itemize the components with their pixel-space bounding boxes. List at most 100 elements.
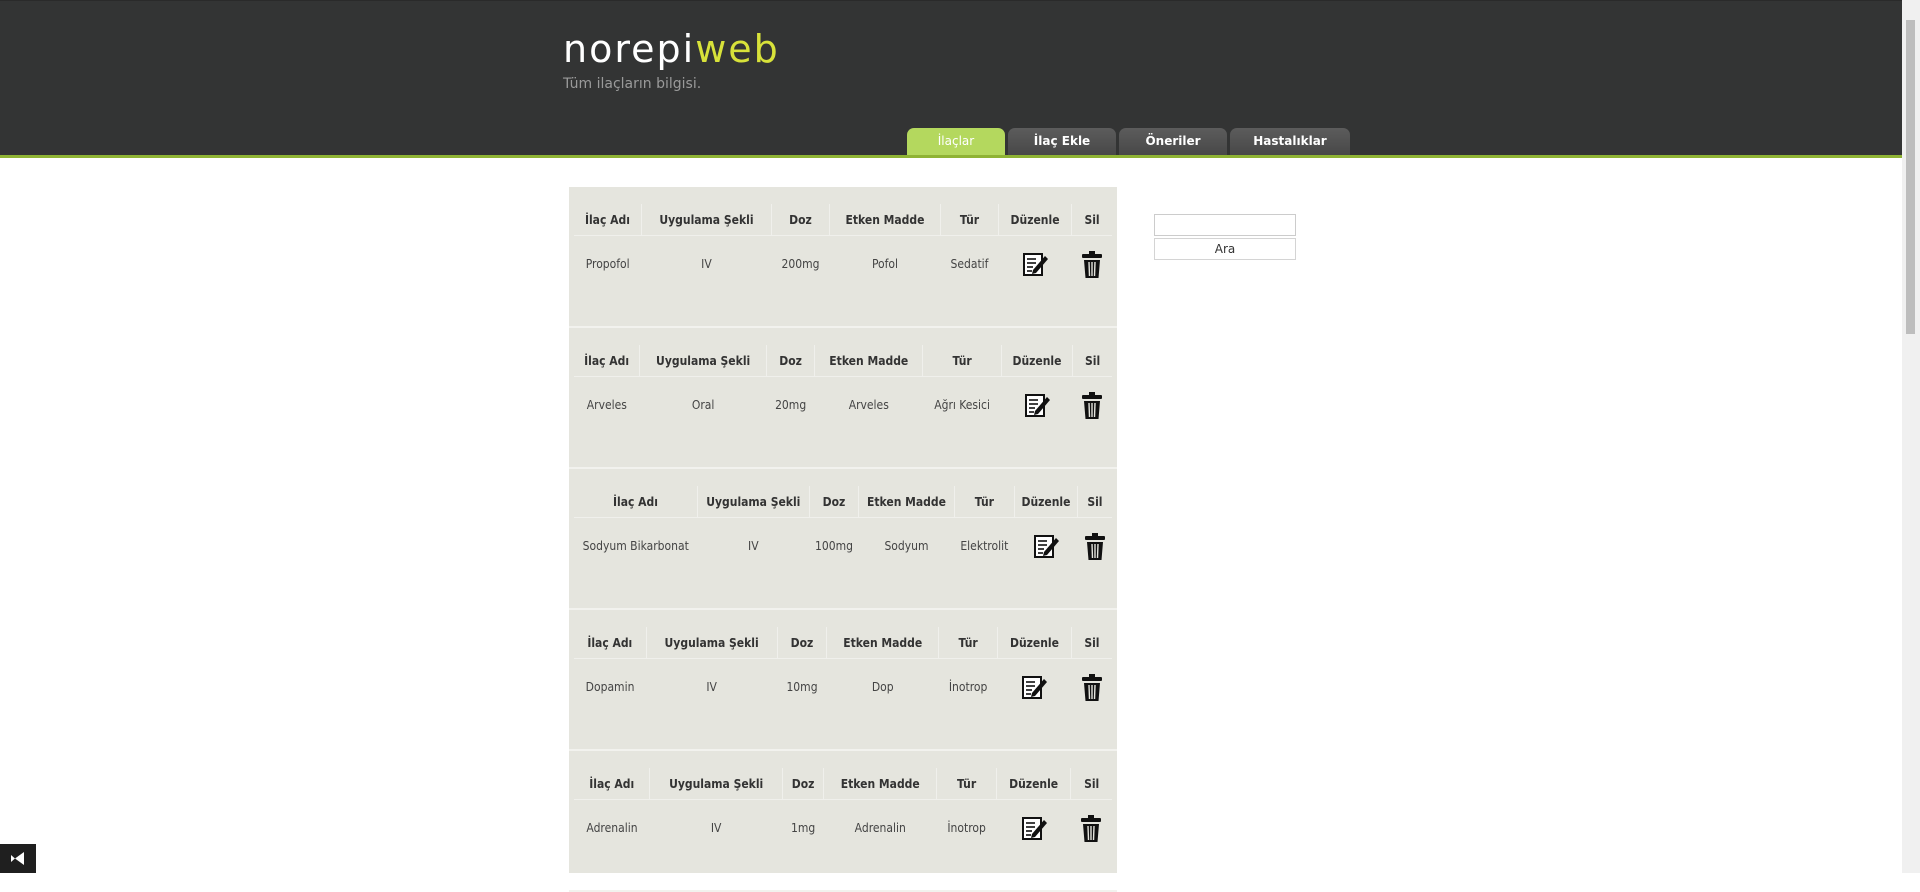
drug-ingredient: Sodyum xyxy=(884,539,929,553)
visual-studio-icon[interactable] xyxy=(0,844,36,873)
drug-type: İnotrop xyxy=(948,680,988,694)
drug-name: Arveles xyxy=(586,398,627,412)
table-row: Sodyum Bikarbonat IV 100mg Sodyum Elektrolit xyxy=(574,518,1112,575)
delete-button[interactable] xyxy=(1071,659,1112,716)
header-uygulama-sekli: Uygulama Şekli xyxy=(649,768,783,800)
edit-button[interactable] xyxy=(1015,518,1078,575)
drug-ingredient: Adrenalin xyxy=(854,821,906,835)
table-row: Propofol IV 200mg Pofol Sedatif xyxy=(574,236,1112,293)
drug-card: İlaç Adı Uygulama Şekli Doz Etken Madde Tür D… xyxy=(569,610,1117,751)
drug-name: Adrenalin xyxy=(586,821,638,835)
drug-route: Oral xyxy=(691,398,715,412)
trash-icon xyxy=(1075,814,1108,843)
drug-ingredient: Pofol xyxy=(871,257,899,271)
header-ilac-adi: İlaç Adı xyxy=(574,204,642,236)
delete-button[interactable] xyxy=(1073,377,1112,434)
edit-note-icon xyxy=(1005,391,1068,419)
header-doz: Doz xyxy=(782,768,825,800)
trash-icon xyxy=(1075,673,1108,702)
header-sil: Sil xyxy=(1072,345,1112,377)
delete-button[interactable] xyxy=(1072,236,1112,293)
site-header: norepiweb Tüm ilaçların bilgisi. İlaçlar… xyxy=(0,0,1902,156)
edit-button[interactable] xyxy=(996,800,1070,857)
drug-route: IV xyxy=(706,680,717,694)
drug-dose: 100mg xyxy=(815,539,853,553)
header-uygulama-sekli: Uygulama Şekli xyxy=(639,345,768,377)
edit-note-icon xyxy=(1002,673,1068,701)
drug-ingredient: Arveles xyxy=(848,398,889,412)
drug-dose: 200mg xyxy=(781,257,820,271)
header-uygulama-sekli: Uygulama Şekli xyxy=(641,204,773,236)
header-sil: Sil xyxy=(1071,204,1112,236)
site-slogan: Tüm ilaçların bilgisi. xyxy=(563,76,702,92)
drug-route: IV xyxy=(748,539,759,553)
drug-dose: 1mg xyxy=(790,821,816,835)
header-uygulama-sekli: Uygulama Şekli xyxy=(697,486,810,518)
header-duzenle: Düzenle xyxy=(997,627,1072,659)
header-ilac-adi: İlaç Adı xyxy=(574,345,641,377)
header-ilac-adi: İlaç Adı xyxy=(574,627,647,659)
drug-card: İlaç Adı Uygulama Şekli Doz Etken Madde Tür D… xyxy=(569,469,1117,610)
header-sil: Sil xyxy=(1071,627,1112,659)
drug-card: İlaç Adı Uygulama Şekli Doz Etken Madde Tür D… xyxy=(569,187,1117,328)
header-ilac-adi: İlaç Adı xyxy=(574,768,651,800)
delete-button[interactable] xyxy=(1071,800,1112,857)
table-header-row: İlaç Adı Uygulama Şekli Doz Etken Madde Tür D… xyxy=(574,627,1112,659)
drug-type: İnotrop xyxy=(947,821,986,835)
header-ilac-adi: İlaç Adı xyxy=(574,486,698,518)
edit-note-icon xyxy=(1000,814,1066,842)
drug-type: Sedatif xyxy=(950,257,989,271)
drug-type: Ağrı Kesici xyxy=(934,398,990,412)
tab-oneriler[interactable]: Öneriler xyxy=(1119,128,1227,156)
site-logo[interactable]: norepiweb xyxy=(563,27,780,71)
header-tur: Tür xyxy=(940,204,999,236)
drug-card: İlaç Adı Uygulama Şekli Doz Etken Madde Tür D… xyxy=(569,328,1117,469)
scrollbar[interactable] xyxy=(1902,0,1920,873)
drug-name: Propofol xyxy=(585,257,630,271)
search-button[interactable]: Ara xyxy=(1154,238,1296,260)
tab-ilaclar[interactable]: İlaçlar xyxy=(907,128,1005,156)
main-nav: İlaçlar İlaç Ekle Öneriler Hastalıklar xyxy=(907,128,1353,157)
table-header-row: İlaç Adı Uygulama Şekli Doz Etken Madde Tür D… xyxy=(574,345,1112,377)
table-row: Dopamin IV 10mg Dop İnotrop xyxy=(574,659,1112,716)
trash-icon xyxy=(1081,532,1108,561)
table-row: Arveles Oral 20mg Arveles Ağrı Kesici xyxy=(574,377,1112,434)
scrollbar-thumb[interactable] xyxy=(1906,20,1915,334)
trash-icon xyxy=(1077,391,1108,420)
drug-table: İlaç Adı Uygulama Şekli Doz Etken Madde Tür D… xyxy=(574,204,1112,292)
drug-table: İlaç Adı Uygulama Şekli Doz Etken Madde Tür D… xyxy=(574,627,1112,715)
drug-list: İlaç Adı Uygulama Şekli Doz Etken Madde Tür D… xyxy=(569,187,1117,892)
header-doz: Doz xyxy=(771,204,830,236)
delete-button[interactable] xyxy=(1077,518,1112,575)
header-duzenle: Düzenle xyxy=(1001,345,1074,377)
tab-hastaliklar[interactable]: Hastalıklar xyxy=(1230,128,1350,156)
table-header-row: İlaç Adı Uygulama Şekli Doz Etken Madde Tür D… xyxy=(574,486,1112,518)
drug-ingredient: Dop xyxy=(871,680,894,694)
edit-button[interactable] xyxy=(998,659,1072,716)
search-input[interactable] xyxy=(1154,214,1296,236)
tab-ilac-ekle[interactable]: İlaç Ekle xyxy=(1008,128,1116,156)
edit-note-icon xyxy=(1002,250,1067,278)
table-header-row: İlaç Adı Uygulama Şekli Doz Etken Madde Tür D… xyxy=(574,204,1112,236)
drug-name: Dopamin xyxy=(585,680,635,694)
edit-button[interactable] xyxy=(1001,377,1072,434)
edit-button[interactable] xyxy=(998,236,1071,293)
drug-dose: 10mg xyxy=(786,680,818,694)
header-etken-madde: Etken Madde xyxy=(814,345,924,377)
header-tur: Tür xyxy=(922,345,1002,377)
drug-route: IV xyxy=(701,257,712,271)
header-etken-madde: Etken Madde xyxy=(858,486,955,518)
header-etken-madde: Etken Madde xyxy=(826,627,940,659)
logo-part-1: norepi xyxy=(563,27,696,71)
drug-table: İlaç Adı Uygulama Şekli Doz Etken Madde Tür D… xyxy=(574,768,1112,856)
header-doz: Doz xyxy=(777,627,828,659)
trash-icon xyxy=(1076,250,1108,279)
drug-route: IV xyxy=(710,821,722,835)
header-tur: Tür xyxy=(936,768,997,800)
drug-dose: 20mg xyxy=(775,398,807,412)
header-doz: Doz xyxy=(809,486,860,518)
header-tur: Tür xyxy=(954,486,1016,518)
header-doz: Doz xyxy=(766,345,816,377)
header-sil: Sil xyxy=(1077,486,1112,518)
header-tur: Tür xyxy=(938,627,999,659)
